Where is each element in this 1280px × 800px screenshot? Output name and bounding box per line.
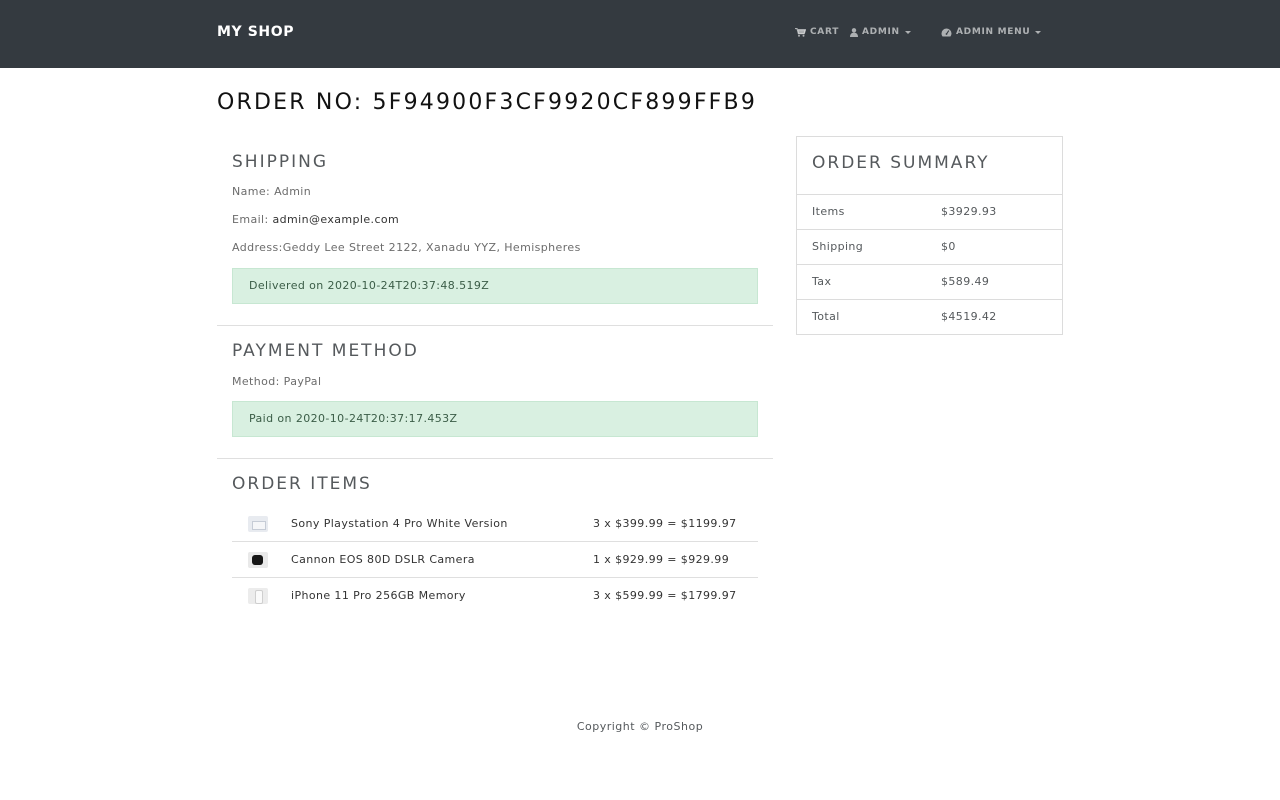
summary-row-total: Total $4519.42 (797, 299, 1062, 334)
dashboard-icon (941, 28, 952, 36)
payment-heading: PAYMENT METHOD (232, 341, 419, 361)
shipping-name: Name: Admin (232, 185, 311, 198)
item-price: 3 x $599.99 = $1799.97 (593, 589, 737, 602)
summary-value: $589.49 (941, 275, 990, 288)
item-price: 3 x $399.99 = $1199.97 (593, 517, 737, 530)
product-image (248, 515, 268, 532)
product-link[interactable]: Sony Playstation 4 Pro White Version (291, 506, 508, 542)
payment-method: Method: PayPal (232, 375, 321, 388)
method-label: Method: (232, 375, 280, 388)
name-value: Admin (274, 185, 312, 198)
email-label: Email: (232, 213, 269, 226)
summary-label: Tax (812, 275, 832, 288)
admin-menu-label: ADMIN MENU (956, 27, 1031, 37)
admin-menu-dropdown[interactable]: ADMIN MENU (941, 27, 1042, 37)
order-item-row: iPhone 11 Pro 256GB Memory 3 x $599.99 =… (232, 578, 758, 614)
order-summary-heading: ORDER SUMMARY (812, 153, 990, 173)
cart-link[interactable]: CART (795, 27, 839, 37)
delivered-status-alert: Delivered on 2020-10-24T20:37:48.519Z (232, 268, 758, 304)
email-link[interactable]: admin@example.com (273, 213, 400, 226)
address-value: Geddy Lee Street 2122, Xanadu YYZ, Hemis… (282, 241, 581, 254)
name-label: Name: (232, 185, 271, 198)
brand-logo[interactable]: MY SHOP (217, 24, 294, 40)
shipping-address: Address:Geddy Lee Street 2122, Xanadu YY… (232, 241, 581, 254)
method-value: PayPal (283, 375, 322, 388)
product-image (248, 588, 268, 604)
order-item-row: Cannon EOS 80D DSLR Camera 1 x $929.99 =… (232, 542, 758, 578)
summary-label: Items (812, 205, 845, 218)
navbar: MY SHOP CART ADMIN ADMIN MENU (0, 0, 1280, 68)
summary-value: $4519.42 (941, 310, 997, 323)
summary-label: Total (812, 310, 840, 323)
divider (217, 458, 773, 459)
paid-status-alert: Paid on 2020-10-24T20:37:17.453Z (232, 401, 758, 437)
order-items-heading: ORDER ITEMS (232, 474, 372, 494)
summary-value: $0 (941, 240, 956, 253)
user-label: ADMIN (862, 27, 900, 37)
page-title: ORDER NO: 5F94900F3CF9920CF899FFB9 (217, 90, 758, 115)
summary-row-tax: Tax $589.49 (797, 264, 1062, 299)
shipping-email: Email: admin@example.com (232, 213, 399, 226)
chevron-down-icon (904, 30, 911, 34)
footer-copyright: Copyright © ProShop (576, 720, 704, 733)
cart-label: CART (810, 27, 840, 37)
order-item-row: Sony Playstation 4 Pro White Version 3 x… (232, 506, 758, 542)
product-image (248, 551, 268, 568)
summary-label: Shipping (812, 240, 864, 253)
address-label: Address: (232, 241, 283, 254)
chevron-down-icon (1035, 30, 1042, 34)
cart-icon (795, 27, 806, 37)
shipping-heading: SHIPPING (232, 152, 328, 172)
user-dropdown[interactable]: ADMIN (850, 27, 911, 37)
divider (217, 325, 773, 326)
user-icon (850, 27, 858, 37)
summary-value: $3929.93 (941, 205, 997, 218)
order-summary-card: ORDER SUMMARY Items $3929.93 Shipping $0… (796, 136, 1063, 335)
item-price: 1 x $929.99 = $929.99 (593, 553, 730, 566)
product-link[interactable]: Cannon EOS 80D DSLR Camera (291, 542, 475, 578)
product-link[interactable]: iPhone 11 Pro 256GB Memory (291, 578, 466, 614)
summary-row-items: Items $3929.93 (797, 194, 1062, 229)
summary-row-shipping: Shipping $0 (797, 229, 1062, 264)
